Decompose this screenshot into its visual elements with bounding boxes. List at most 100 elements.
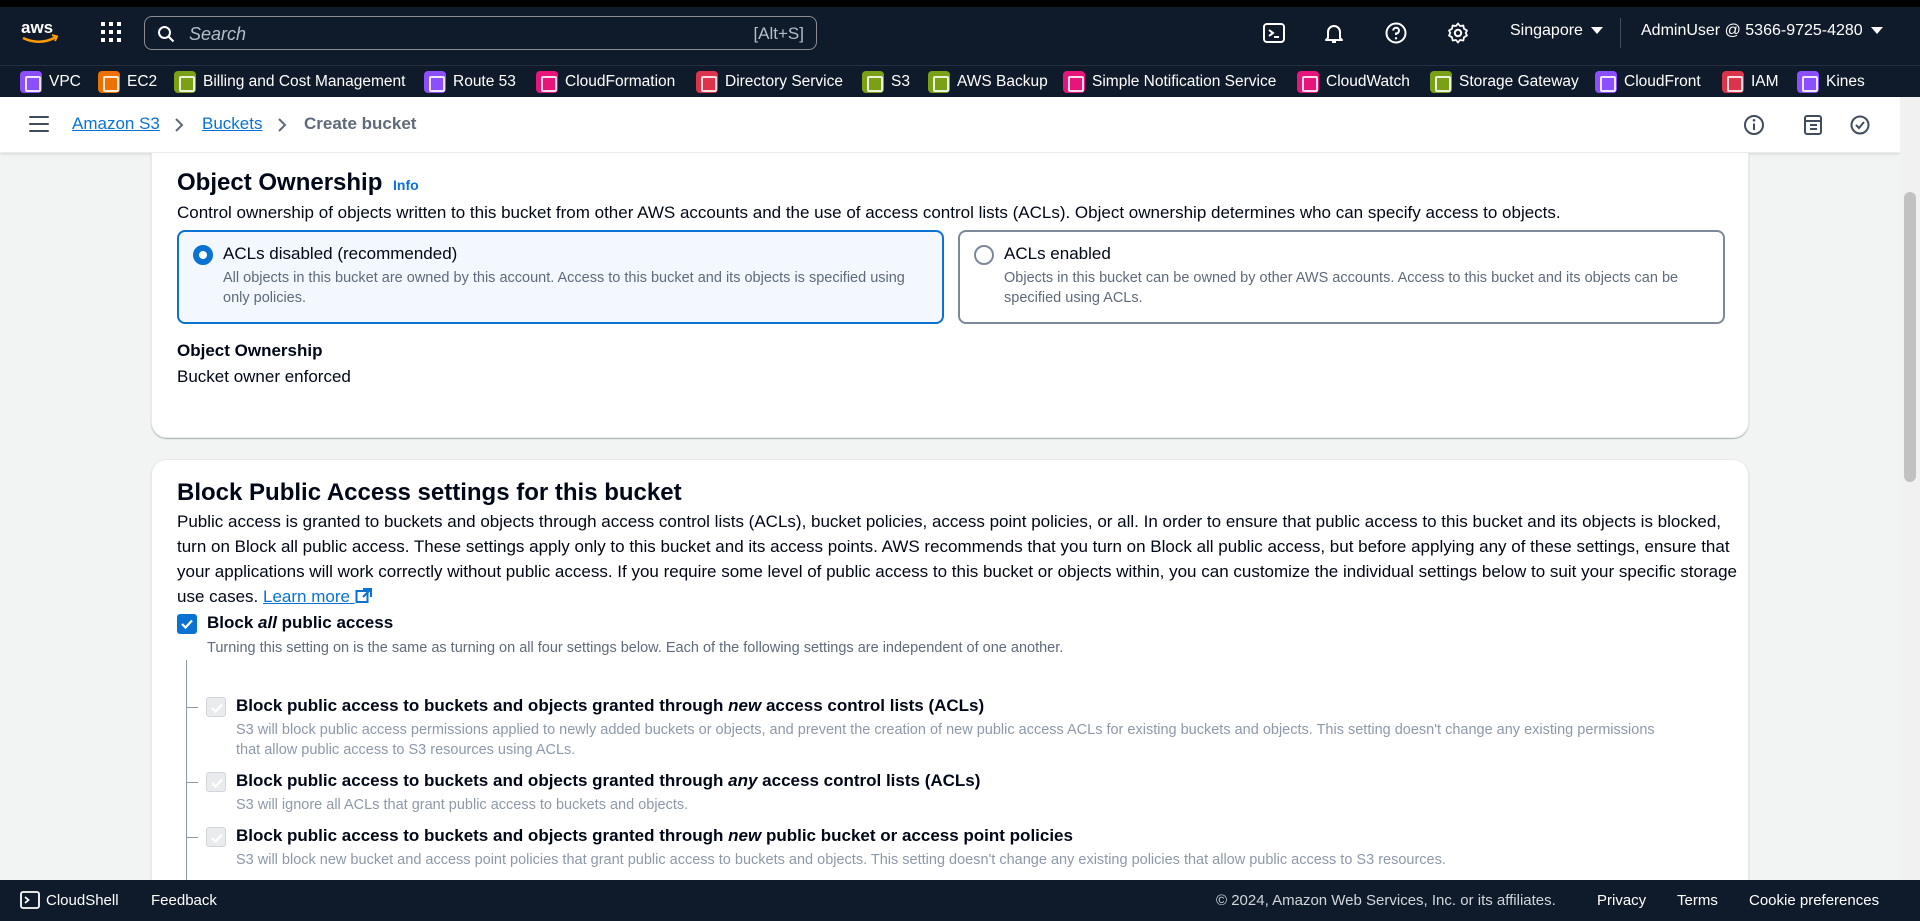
scrollbar-thumb[interactable] — [1904, 192, 1916, 482]
cookie-preferences-link[interactable]: Cookie preferences — [1749, 892, 1879, 909]
block-all-public-access-checkbox[interactable] — [177, 614, 197, 634]
favorite-label: Directory Service — [725, 73, 843, 90]
favorite-directory-service[interactable]: Directory Service — [696, 70, 843, 94]
cloudshell-icon[interactable] — [1262, 21, 1286, 45]
favorite-label: CloudWatch — [1326, 73, 1410, 90]
block-new-acls-checkbox[interactable] — [206, 697, 226, 717]
block-all-public-access-description: Turning this setting on is the same as t… — [207, 640, 1064, 656]
favorite-label: AWS Backup — [957, 73, 1048, 90]
notifications-bell-icon[interactable] — [1322, 21, 1346, 45]
favorite-billing[interactable]: Billing and Cost Management — [174, 70, 405, 94]
svg-text:aws: aws — [21, 18, 53, 37]
acls-enabled-radio[interactable] — [974, 245, 994, 265]
block-public-access-card: Block Public Access settings for this bu… — [151, 459, 1749, 880]
ec2-service-icon — [98, 71, 120, 93]
favorite-vpc[interactable]: VPC — [20, 70, 81, 94]
favorite-label: Kines — [1826, 73, 1865, 90]
favorite-cloudfront[interactable]: CloudFront — [1595, 70, 1701, 94]
sns-service-icon — [1063, 71, 1085, 93]
notes-panel-icon[interactable] — [1802, 114, 1824, 136]
block-new-acls-label: Block public access to buckets and objec… — [236, 696, 985, 715]
aws-logo[interactable]: aws — [20, 16, 60, 46]
chevron-right-icon — [278, 118, 287, 132]
favorite-aws-backup[interactable]: AWS Backup — [928, 70, 1048, 94]
block-new-policies-label: Block public access to buckets and objec… — [236, 826, 1073, 845]
cloudfront-service-icon — [1595, 71, 1617, 93]
favorite-label: S3 — [891, 73, 910, 90]
block-any-acls-label: Block public access to buckets and objec… — [236, 771, 981, 790]
breadcrumb-buckets[interactable]: Buckets — [202, 114, 262, 134]
main-content: Object Ownership Info Control ownership … — [0, 153, 1900, 880]
checkmark-icon — [211, 703, 223, 714]
favorite-label: EC2 — [127, 73, 158, 90]
services-grid-icon[interactable] — [100, 21, 122, 43]
settings-gear-icon[interactable] — [1446, 21, 1470, 45]
favorite-label: Billing and Cost Management — [203, 73, 406, 90]
region-selector[interactable]: Singapore — [1510, 22, 1603, 40]
tree-connector — [186, 837, 198, 838]
search-shortcut: [Alt+S] — [753, 24, 804, 43]
block-public-access-title: Block Public Access settings for this bu… — [177, 479, 682, 506]
menu-hamburger-icon[interactable] — [29, 116, 49, 132]
favorite-storage-gateway[interactable]: Storage Gateway — [1430, 70, 1579, 94]
status-panel-icon[interactable] — [1849, 114, 1871, 136]
cloudshell-link[interactable]: CloudShell — [46, 892, 119, 909]
copyright-text: © 2024, Amazon Web Services, Inc. or its… — [1216, 892, 1556, 909]
chevron-down-icon — [1590, 27, 1603, 35]
learn-more-link[interactable]: Learn more — [263, 587, 373, 606]
route53-service-icon — [424, 71, 446, 93]
info-link[interactable]: Info — [393, 177, 419, 193]
object-ownership-card: Object Ownership Info Control ownership … — [151, 153, 1749, 438]
block-new-policies-checkbox[interactable] — [206, 827, 226, 847]
block-new-acls-description: S3 will block public access permissions … — [236, 722, 1655, 758]
option-label: ACLs enabled — [1004, 244, 1111, 263]
option-description: All objects in this bucket are owned by … — [223, 270, 905, 306]
external-link-icon — [355, 588, 372, 603]
breadcrumb-bar: Amazon S3 Buckets Create bucket — [0, 97, 1900, 153]
privacy-link[interactable]: Privacy — [1597, 892, 1646, 909]
chevron-down-icon — [1870, 27, 1883, 35]
object-ownership-description: Control ownership of objects written to … — [177, 203, 1561, 222]
favorite-route53[interactable]: Route 53 — [424, 70, 516, 94]
cloudformation-service-icon — [536, 71, 558, 93]
block-any-acls-description: S3 will ignore all ACLs that grant publi… — [236, 797, 689, 813]
favorite-label: Storage Gateway — [1459, 73, 1579, 90]
vpc-service-icon — [20, 71, 42, 93]
favorite-s3[interactable]: S3 — [862, 70, 910, 94]
breadcrumb-amazon-s3[interactable]: Amazon S3 — [72, 114, 160, 134]
favorite-ec2[interactable]: EC2 — [98, 70, 157, 94]
info-panel-icon[interactable] — [1743, 114, 1765, 136]
chevron-right-icon — [175, 118, 184, 132]
favorite-kinesis[interactable]: Kines — [1797, 70, 1865, 94]
top-navigation: aws Search [Alt+S] Singapore AdminUser @… — [0, 0, 1920, 65]
favorite-label: Route 53 — [453, 73, 516, 90]
iam-service-icon — [1722, 71, 1744, 93]
favorites-bar: VPC EC2 Billing and Cost Management Rout… — [0, 65, 1920, 97]
top-strip — [0, 0, 1920, 7]
favorite-label: Simple Notification Service — [1092, 73, 1277, 90]
favorite-iam[interactable]: IAM — [1722, 70, 1779, 94]
checkmark-icon — [211, 778, 223, 789]
tree-connector — [186, 660, 187, 880]
favorite-cloudformation[interactable]: CloudFormation — [536, 70, 675, 94]
tree-connector — [186, 782, 198, 783]
account-menu[interactable]: AdminUser @ 5366-9725-4280 — [1641, 22, 1883, 40]
acls-enabled-option[interactable]: ACLs enabled Objects in this bucket can … — [958, 230, 1725, 324]
page-scrollbar[interactable] — [1900, 97, 1920, 880]
block-new-policies-description: S3 will block new bucket and access poin… — [236, 852, 1446, 868]
acls-disabled-radio[interactable] — [193, 245, 213, 265]
checkmark-icon — [181, 619, 193, 630]
favorite-cloudwatch[interactable]: CloudWatch — [1297, 70, 1410, 94]
description-text: Public access is granted to buckets and … — [177, 512, 1738, 606]
terms-link[interactable]: Terms — [1677, 892, 1718, 909]
search-icon — [158, 26, 175, 43]
favorites-fade — [1880, 66, 1920, 97]
option-description: Objects in this bucket can be owned by o… — [1004, 270, 1679, 306]
block-any-acls-checkbox[interactable] — [206, 772, 226, 792]
cloudwatch-service-icon — [1297, 71, 1319, 93]
help-icon[interactable] — [1384, 21, 1408, 45]
favorite-sns[interactable]: Simple Notification Service — [1063, 70, 1276, 94]
search-input[interactable]: Search [Alt+S] — [144, 16, 817, 50]
feedback-link[interactable]: Feedback — [151, 892, 217, 909]
acls-disabled-option[interactable]: ACLs disabled (recommended) All objects … — [177, 230, 944, 324]
